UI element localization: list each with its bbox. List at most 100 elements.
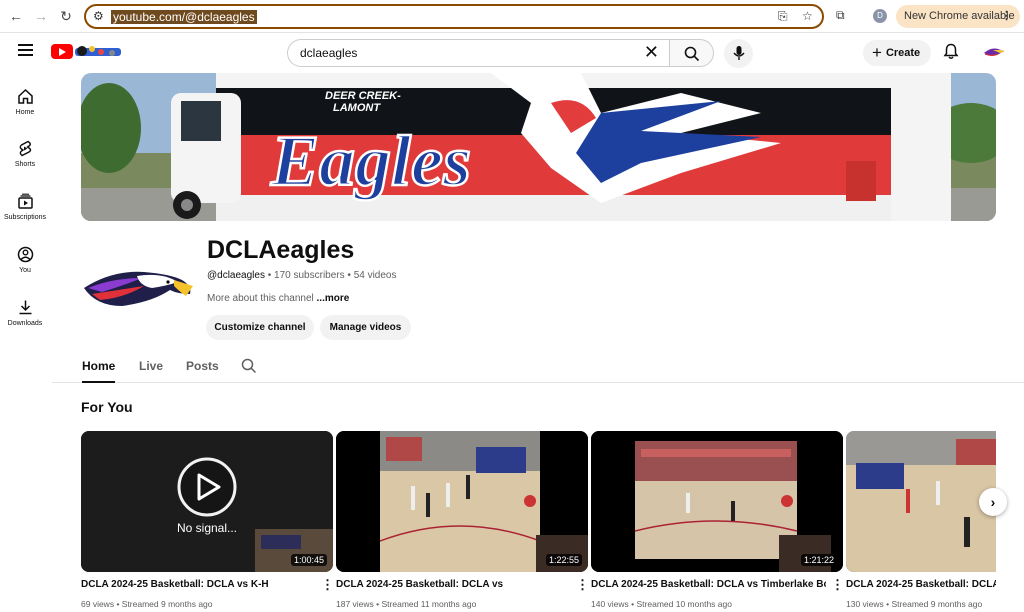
- duration-badge: 1:22:55: [545, 554, 582, 566]
- notifications-bell-icon[interactable]: [943, 43, 959, 60]
- youtube-logo[interactable]: [51, 44, 73, 59]
- video-thumbnail[interactable]: No signal... 1:00:45: [81, 431, 333, 572]
- channel-handle: @dclaeagles: [207, 270, 265, 281]
- url-text[interactable]: youtube.com/@dclaeagles: [111, 10, 257, 24]
- carousel-next-button[interactable]: ›: [979, 488, 1007, 516]
- menu-icon[interactable]: [18, 44, 33, 56]
- video-thumbnail[interactable]: 1:22:55: [336, 431, 588, 572]
- channel-tabs: Home Live Posts: [52, 350, 1024, 383]
- create-button[interactable]: + Create: [863, 40, 931, 66]
- account-avatar[interactable]: [983, 45, 1005, 59]
- home-icon: [17, 88, 33, 104]
- meta-separator: •: [373, 599, 382, 609]
- video-menu-icon[interactable]: ⋮: [831, 577, 844, 593]
- plus-icon: +: [872, 43, 882, 62]
- sidebar-item-label: Home: [15, 109, 35, 116]
- video-meta: 130 views • Streamed 9 months ago: [846, 599, 996, 609]
- channel-avatar[interactable]: [82, 264, 194, 314]
- sidebar-item-you[interactable]: You: [0, 246, 50, 274]
- view-count: 187 views: [336, 599, 374, 609]
- view-count: 69 views: [81, 599, 115, 609]
- search-icon: [684, 46, 700, 62]
- sidebar-item-home[interactable]: Home: [0, 88, 50, 116]
- view-count: 130 views: [846, 599, 884, 609]
- about-text: More about this channel: [207, 293, 314, 304]
- address-bar[interactable]: ⚙ youtube.com/@dclaeagles ⎘ ☆: [84, 4, 824, 29]
- video-menu-icon[interactable]: ⋮: [576, 577, 589, 593]
- sidebar-item-shorts[interactable]: Shorts: [0, 140, 50, 168]
- tab-posts[interactable]: Posts: [186, 359, 219, 373]
- basketball-thumbnail: [336, 431, 588, 572]
- site-info-icon[interactable]: ⚙: [93, 9, 104, 23]
- video-thumbnail[interactable]: [846, 431, 996, 572]
- banner-line2: LAMONT: [333, 102, 381, 114]
- sidebar-item-subscriptions[interactable]: Subscriptions: [0, 193, 50, 221]
- voice-search-button[interactable]: [724, 39, 753, 68]
- streamed-date: Streamed 9 months ago: [121, 599, 213, 609]
- banner-wordmark: Eagles: [270, 121, 471, 201]
- forward-arrow-icon[interactable]: →: [33, 8, 49, 24]
- create-label: Create: [885, 47, 921, 59]
- chevron-right-icon: ›: [990, 494, 996, 510]
- basketball-thumbnail: [591, 431, 843, 572]
- doodle-icon[interactable]: [74, 42, 124, 60]
- sidebar-item-downloads[interactable]: Downloads: [0, 299, 50, 327]
- tab-search-icon[interactable]: ⧉: [836, 8, 845, 23]
- masthead: dclaeagles ✕ + Create: [0, 34, 1024, 72]
- meta-separator: •: [883, 599, 892, 609]
- basketball-thumbnail: [846, 431, 996, 572]
- section-title: For You: [81, 399, 133, 415]
- streamed-date: Streamed 11 months ago: [381, 599, 477, 609]
- update-chrome-button[interactable]: New Chrome available ⋮: [896, 5, 1020, 28]
- subscriptions-icon: [17, 193, 33, 209]
- banner-image: DEER CREEK- LAMONT Eagles: [81, 73, 996, 221]
- video-thumbnail[interactable]: 1:21:22: [591, 431, 843, 572]
- tab-live[interactable]: Live: [139, 359, 163, 373]
- meta-separator: •: [628, 599, 637, 609]
- microphone-icon: [733, 46, 745, 60]
- customize-channel-button[interactable]: Customize channel: [206, 315, 314, 340]
- banner-line1: DEER CREEK-: [325, 90, 401, 102]
- bookmark-star-icon[interactable]: ☆: [802, 9, 813, 23]
- no-signal-thumbnail: [81, 431, 333, 572]
- more-vert-icon[interactable]: ⋮: [1001, 5, 1012, 28]
- duration-badge: 1:00:45: [290, 554, 327, 566]
- download-icon: [19, 300, 31, 315]
- browser-toolbar: ← → ↻ ⚙ youtube.com/@dclaeagles ⎘ ☆ ⧉ D …: [0, 0, 1024, 33]
- video-title[interactable]: DCLA 2024-25 Basketball: DCLA vs: [336, 579, 571, 590]
- tab-home[interactable]: Home: [82, 359, 116, 383]
- search-button[interactable]: [669, 39, 714, 67]
- duration-badge: 1:21:22: [800, 554, 837, 566]
- video-title[interactable]: DCLA 2024-25 Basketball: DCLA vs K-H: [81, 579, 316, 590]
- subscriber-count: 170 subscribers: [274, 270, 345, 281]
- meta-separator: •: [114, 599, 122, 609]
- profile-avatar[interactable]: D: [873, 9, 887, 23]
- sidebar-item-label: Shorts: [14, 161, 36, 168]
- channel-banner: DEER CREEK- LAMONT Eagles: [81, 73, 996, 221]
- sidebar-item-label: Subscriptions: [3, 214, 47, 221]
- reload-icon[interactable]: ↻: [58, 8, 74, 25]
- install-app-icon[interactable]: ⎘: [778, 9, 788, 24]
- sidebar-item-label: Downloads: [7, 320, 43, 327]
- back-arrow-icon[interactable]: ←: [8, 8, 24, 24]
- search-field[interactable]: dclaeagles ✕: [287, 39, 669, 67]
- channel-name: DCLAeagles: [207, 236, 355, 264]
- more-link[interactable]: ...more: [317, 293, 350, 304]
- streamed-date: Streamed 10 months ago: [636, 599, 732, 609]
- video-meta: 69 views • Streamed 9 months ago: [81, 599, 213, 609]
- video-menu-icon[interactable]: ⋮: [321, 577, 334, 593]
- view-count: 140 views: [591, 599, 629, 609]
- update-chrome-label: New Chrome available: [904, 10, 1015, 22]
- clear-icon[interactable]: ✕: [644, 42, 659, 63]
- video-meta: 140 views • Streamed 10 months ago: [591, 599, 732, 609]
- no-signal-text: No signal...: [176, 521, 238, 535]
- shorts-icon: [19, 140, 31, 157]
- manage-videos-button[interactable]: Manage videos: [320, 315, 411, 340]
- search-input[interactable]: dclaeagles: [300, 46, 357, 60]
- channel-about[interactable]: More about this channel ...more: [207, 293, 349, 304]
- video-title[interactable]: DCLA 2024-25 Basketball: DCLA v: [846, 579, 996, 590]
- channel-meta: @dclaeagles • 170 subscribers • 54 video…: [207, 270, 397, 281]
- video-title[interactable]: DCLA 2024-25 Basketball: DCLA vs Timberl…: [591, 579, 826, 590]
- channel-search-icon[interactable]: [241, 358, 257, 374]
- you-icon: [17, 246, 33, 263]
